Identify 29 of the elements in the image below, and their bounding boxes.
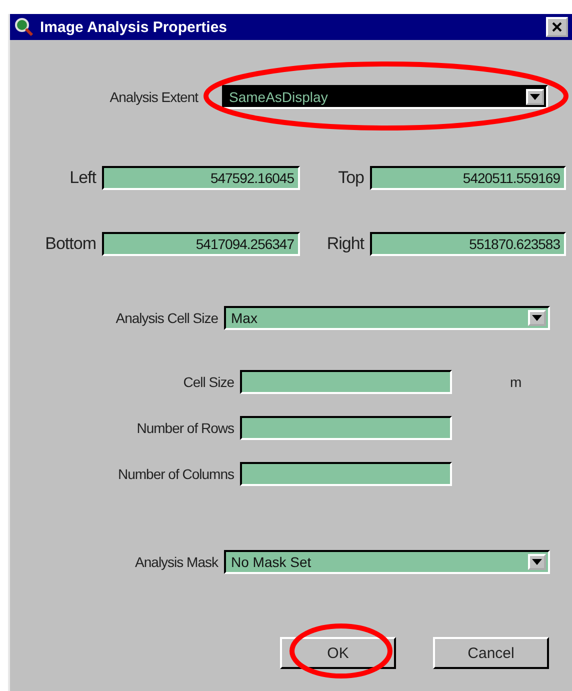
field-label: Right xyxy=(326,234,366,254)
dropdown-arrow-icon xyxy=(532,559,542,565)
input-field[interactable]: 5417094.256347 xyxy=(102,232,300,256)
dropdown[interactable]: No Mask Set xyxy=(224,550,550,574)
input-field[interactable] xyxy=(240,462,452,486)
field-label: Number of Columns xyxy=(117,466,235,482)
field-label: Bottom xyxy=(44,234,97,254)
dropdown[interactable]: Max xyxy=(224,306,550,330)
field-label: Number of Rows xyxy=(136,420,235,436)
cancel-button[interactable]: Cancel xyxy=(433,637,549,669)
field-label: Left xyxy=(68,168,98,188)
input-field[interactable]: 547592.16045 xyxy=(102,166,300,190)
dropdown-arrow-icon xyxy=(530,94,540,100)
input-field[interactable] xyxy=(240,416,452,440)
dropdown[interactable]: SameAsDisplay xyxy=(222,85,548,109)
input-field[interactable]: 5420511.559169 xyxy=(370,166,566,190)
field-label: Analysis Extent xyxy=(108,89,200,105)
dropdown-arrow-icon xyxy=(532,315,542,321)
input-field[interactable] xyxy=(240,370,452,394)
field-label: Analysis Mask xyxy=(134,554,220,570)
input-field[interactable]: 551870.623583 xyxy=(370,232,566,256)
field-label: Analysis Cell Size xyxy=(114,310,219,326)
window-title: Image Analysis Properties xyxy=(40,18,228,36)
close-button[interactable] xyxy=(546,17,568,37)
close-icon xyxy=(552,22,562,32)
magnifier-globe-icon xyxy=(14,17,34,37)
field-label: Top xyxy=(337,168,365,188)
field-label: Cell Size xyxy=(182,374,235,390)
unit-label: m xyxy=(510,374,522,390)
